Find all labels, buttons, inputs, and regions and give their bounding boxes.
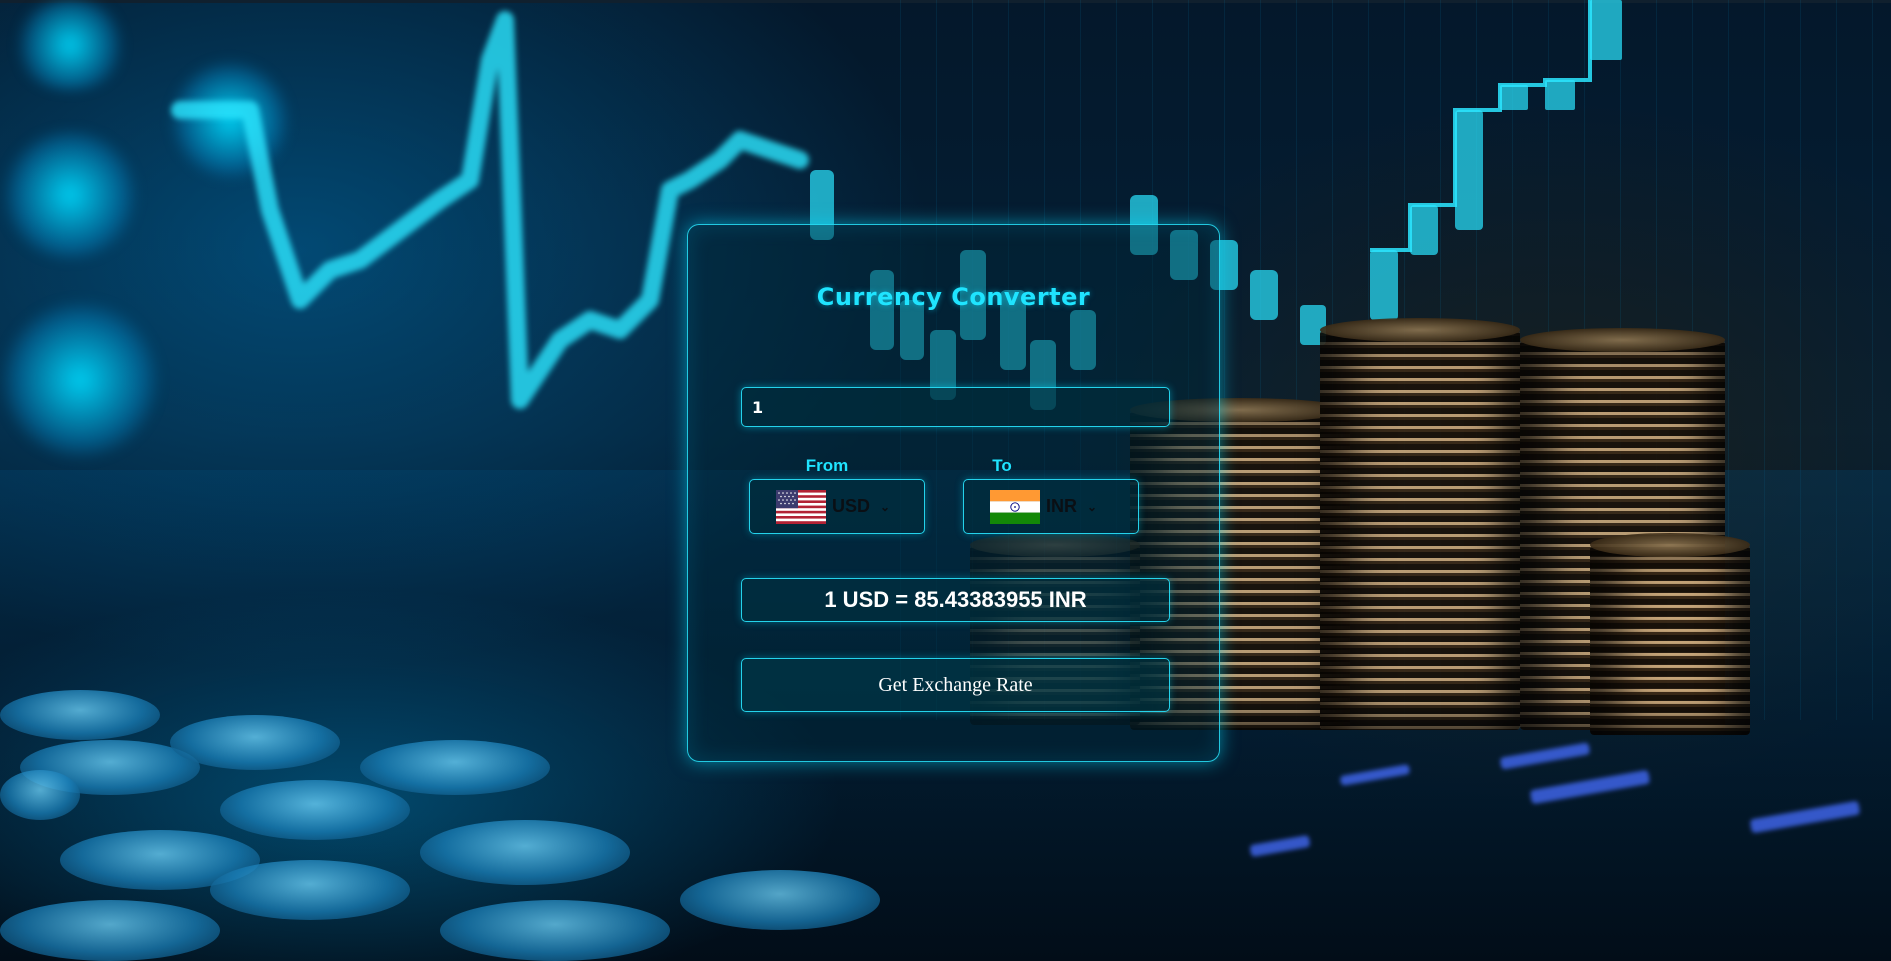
exchange-result: 1 USD = 85.43383955 INR [741,578,1170,622]
coin [0,770,80,820]
from-label: From [805,456,849,475]
get-exchange-rate-button[interactable]: Get Exchange Rate [741,658,1170,712]
from-currency-select[interactable]: USD ⌄ [749,479,925,534]
from-currency-code: USD [832,496,871,516]
us-flag-icon [776,489,826,524]
converter-card: Currency Converter From USD ⌄ To [687,224,1220,762]
india-flag-icon [990,489,1040,524]
coin [420,820,630,885]
to-currency-code: INR [1046,496,1077,516]
amount-input[interactable] [741,387,1170,427]
coin-stack [1590,533,1750,735]
to-label: To [992,456,1012,475]
coin [220,780,410,840]
coin [360,740,550,795]
chevron-down-icon: ⌄ [1087,499,1098,514]
coin [210,860,410,920]
to-currency-select[interactable]: INR ⌄ [963,479,1139,534]
page-title: Currency Converter [816,283,1091,311]
coin [170,715,340,770]
coin [680,870,880,930]
chevron-down-icon: ⌄ [880,499,891,514]
coin [0,900,220,961]
coin [440,900,670,961]
coin-stack [1320,318,1520,730]
coin [0,690,160,740]
